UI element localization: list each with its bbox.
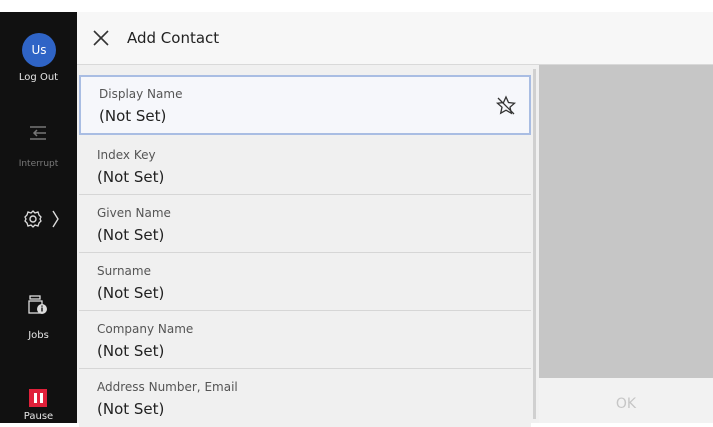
scrollbar[interactable]	[533, 69, 536, 419]
sidebar: Us Log Out Interrupt Jobs Pause	[0, 12, 77, 423]
settings-gear-icon[interactable]	[22, 208, 62, 230]
field-value: (Not Set)	[97, 342, 165, 360]
field-value: (Not Set)	[97, 168, 165, 186]
field-label: Index Key	[97, 148, 156, 162]
pin-icon[interactable]	[495, 95, 517, 117]
contact-field-list: Display Name (Not Set) Index Key (Not Se…	[77, 65, 539, 427]
logout-label[interactable]: Log Out	[0, 72, 77, 83]
interrupt-icon[interactable]	[27, 124, 49, 142]
field-value: (Not Set)	[99, 107, 167, 125]
field-row-given-name[interactable]: Given Name (Not Set)	[79, 196, 531, 253]
interrupt-label: Interrupt	[18, 159, 59, 169]
field-row-display-name[interactable]: Display Name (Not Set)	[79, 75, 531, 135]
field-label: Company Name	[97, 322, 194, 336]
field-row-address-number-email[interactable]: Address Number, Email (Not Set)	[79, 370, 531, 427]
detail-panel	[539, 65, 713, 378]
field-row-company-name[interactable]: Company Name (Not Set)	[79, 312, 531, 369]
jobs-label: Jobs	[28, 330, 49, 341]
field-value: (Not Set)	[97, 284, 165, 302]
close-icon[interactable]	[91, 28, 111, 48]
field-row-surname[interactable]: Surname (Not Set)	[79, 254, 531, 311]
avatar-initials: Us	[31, 43, 47, 57]
pause-button[interactable]	[29, 389, 47, 407]
field-label: Given Name	[97, 206, 171, 220]
pause-label: Pause	[23, 411, 54, 422]
page-title: Add Contact	[127, 29, 220, 47]
jobs-printer-icon[interactable]	[27, 294, 49, 316]
field-label: Surname	[97, 264, 151, 278]
ok-button[interactable]: OK	[539, 378, 713, 423]
field-label: Address Number, Email	[97, 380, 238, 394]
field-label: Display Name	[99, 87, 183, 101]
field-value: (Not Set)	[97, 226, 165, 244]
field-row-index-key[interactable]: Index Key (Not Set)	[79, 138, 531, 195]
user-avatar[interactable]: Us	[22, 33, 56, 67]
field-value: (Not Set)	[97, 400, 165, 418]
ok-label: OK	[615, 396, 637, 412]
header-bar: Add Contact	[77, 12, 713, 65]
